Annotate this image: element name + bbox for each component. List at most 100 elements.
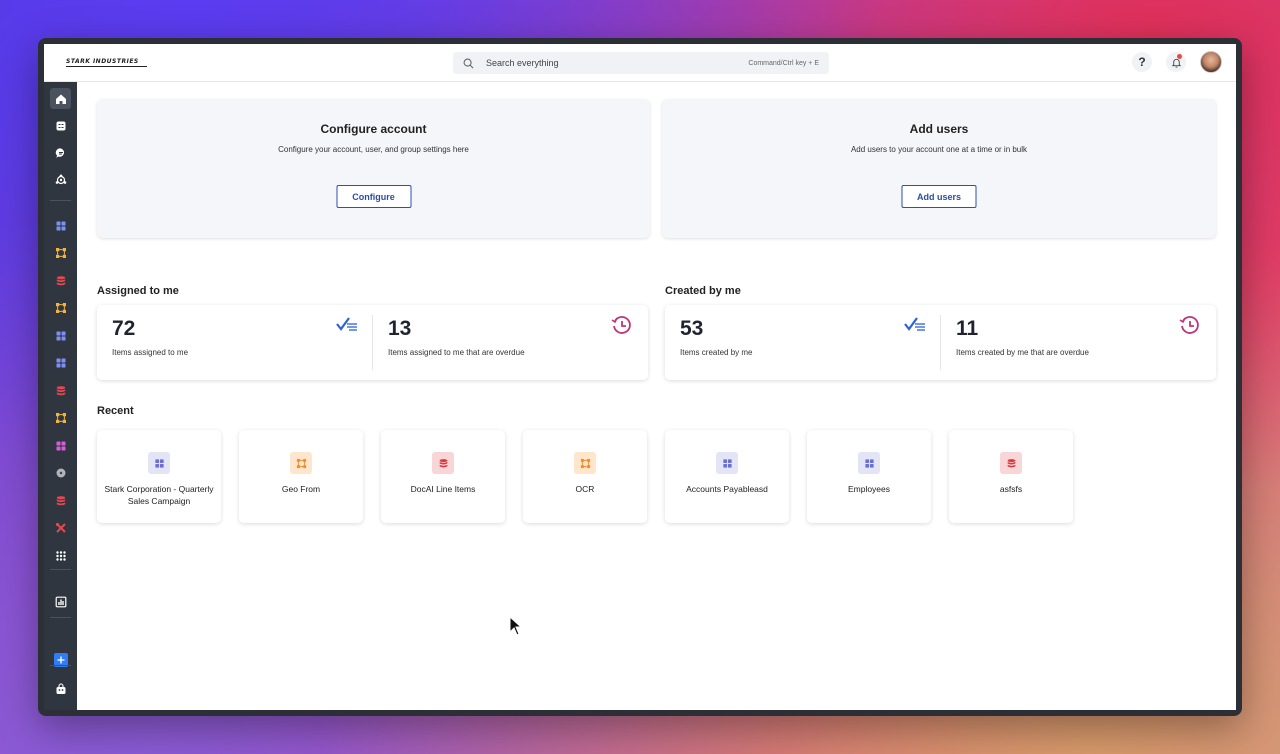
assigned-section-title: Assigned to me: [97, 285, 179, 297]
checklist-icon: [336, 317, 357, 331]
workflow-icon: [55, 247, 67, 259]
apps-icon: [55, 550, 67, 562]
configure-account-description: Configure your account, user, and group …: [278, 145, 469, 154]
configure-button[interactable]: Configure: [336, 185, 411, 208]
search-bar[interactable]: Search everything Command/Ctrl key + E: [453, 52, 829, 74]
main-content: Configure account Configure your account…: [77, 82, 1236, 710]
recent-item-label: OCR: [575, 484, 595, 494]
sidebar-divider: [50, 569, 71, 570]
mouse-cursor-icon: [509, 616, 523, 636]
sidebar-divider: [50, 617, 71, 618]
sidebar-item-database[interactable]: [50, 490, 71, 511]
sidebar-divider: [50, 200, 71, 201]
recent-item-card[interactable]: Stark Corporation - Quarterly Sales Camp…: [97, 430, 221, 523]
configure-account-card: Configure account Configure your account…: [97, 99, 650, 238]
add-users-description: Add users to your account one at a time …: [850, 145, 1028, 154]
recent-item-card[interactable]: Accounts Payableasd: [665, 430, 789, 523]
search-shortcut-hint: Command/Ctrl key + E: [748, 59, 819, 67]
app-window: STARK INDUSTRIES Search everything Comma…: [44, 44, 1236, 710]
sidebar: [44, 82, 77, 710]
history-clock-icon: [1179, 316, 1199, 334]
sidebar-item-grid[interactable]: [50, 215, 71, 236]
device-frame: STARK INDUSTRIES Search everything Comma…: [38, 38, 1242, 716]
add-users-button[interactable]: Add users: [901, 185, 977, 208]
configure-account-title: Configure account: [320, 122, 427, 136]
sidebar-item-circle[interactable]: [50, 462, 71, 483]
sidebar-item-grid[interactable]: [50, 352, 71, 373]
recent-item-label: Accounts Payableasd: [686, 484, 768, 494]
recent-item-label: Geo From: [281, 484, 321, 494]
grid-icon: [55, 330, 67, 342]
notification-bell-icon[interactable]: [1166, 52, 1186, 72]
recent-item-card[interactable]: asfsfs: [949, 430, 1073, 523]
recent-item-label: asfsfs: [999, 484, 1023, 494]
sidebar-item-chat[interactable]: [50, 142, 71, 163]
recent-item-card[interactable]: Employees: [807, 430, 931, 523]
top-bar: STARK INDUSTRIES Search everything Comma…: [44, 44, 1236, 82]
notification-dot: [1177, 54, 1182, 59]
sidebar-item-tools[interactable]: [50, 517, 71, 538]
chart-icon: [55, 596, 67, 608]
chat-icon: [55, 147, 67, 159]
assigned-total-stat[interactable]: 72 Items assigned to me: [97, 305, 372, 380]
sidebar-item-workflow[interactable]: [50, 297, 71, 318]
search-input[interactable]: Search everything: [486, 58, 748, 68]
checklist-icon: [904, 317, 925, 331]
sidebar-item-workflow[interactable]: [50, 242, 71, 263]
recent-item-label: DocAI Line Items: [410, 484, 476, 494]
network-icon: [55, 174, 67, 186]
sidebar-item-home[interactable]: [50, 88, 71, 109]
created-stats-card: 53 Items created by me 11 Items created …: [665, 305, 1216, 380]
recent-item-card[interactable]: OCR: [523, 430, 647, 523]
history-clock-icon: [611, 316, 631, 334]
grid-icon: [55, 220, 67, 232]
assigned-overdue-stat[interactable]: 13 Items assigned to me that are overdue: [373, 305, 648, 380]
recent-section-title: Recent: [97, 405, 134, 417]
sidebar-item-database[interactable]: [50, 380, 71, 401]
sidebar-item-calculator[interactable]: [50, 115, 71, 136]
grid-icon: [55, 440, 67, 452]
sidebar-item-plus[interactable]: [50, 649, 71, 670]
created-overdue-label: Items created by me that are overdue: [956, 348, 1089, 357]
database-icon: [1000, 452, 1022, 474]
sidebar-item-bag[interactable]: [50, 678, 71, 699]
sidebar-item-chart[interactable]: [50, 591, 71, 612]
sidebar-divider: [50, 665, 71, 666]
created-total-value: 53: [680, 317, 704, 340]
tools-icon: [55, 522, 67, 534]
assigned-total-label: Items assigned to me: [112, 348, 189, 357]
home-icon: [55, 93, 67, 105]
workflow-icon: [55, 302, 67, 314]
created-total-stat[interactable]: 53 Items created by me: [665, 305, 940, 380]
grid-icon: [858, 452, 880, 474]
created-overdue-stat[interactable]: 11 Items created by me that are overdue: [941, 305, 1216, 380]
calculator-icon: [55, 120, 67, 132]
assigned-stats-card: 72 Items assigned to me 13 Items assigne…: [97, 305, 648, 380]
created-overdue-value: 11: [956, 317, 979, 340]
sidebar-item-workflow[interactable]: [50, 407, 71, 428]
circle-icon: [55, 467, 67, 479]
assigned-total-value: 72: [112, 317, 136, 340]
grid-icon: [55, 357, 67, 369]
sidebar-item-apps[interactable]: [50, 545, 71, 566]
recent-item-label: Employees: [847, 484, 891, 494]
add-users-title: Add users: [909, 122, 969, 136]
sidebar-item-grid[interactable]: [50, 325, 71, 346]
assigned-overdue-value: 13: [388, 317, 412, 340]
company-logo[interactable]: STARK INDUSTRIES: [66, 57, 147, 67]
sidebar-item-network[interactable]: [50, 169, 71, 190]
grid-icon: [148, 452, 170, 474]
grid-icon: [716, 452, 738, 474]
database-icon: [55, 495, 67, 507]
created-total-label: Items created by me: [680, 348, 753, 357]
workflow-icon: [574, 452, 596, 474]
add-users-card: Add users Add users to your account one …: [662, 99, 1216, 238]
recent-item-card[interactable]: Geo From: [239, 430, 363, 523]
help-icon[interactable]: ?: [1132, 52, 1152, 72]
database-icon: [55, 385, 67, 397]
sidebar-item-database[interactable]: [50, 270, 71, 291]
database-icon: [55, 275, 67, 287]
recent-item-card[interactable]: DocAI Line Items: [381, 430, 505, 523]
user-avatar[interactable]: [1200, 51, 1222, 73]
sidebar-item-grid[interactable]: [50, 435, 71, 456]
